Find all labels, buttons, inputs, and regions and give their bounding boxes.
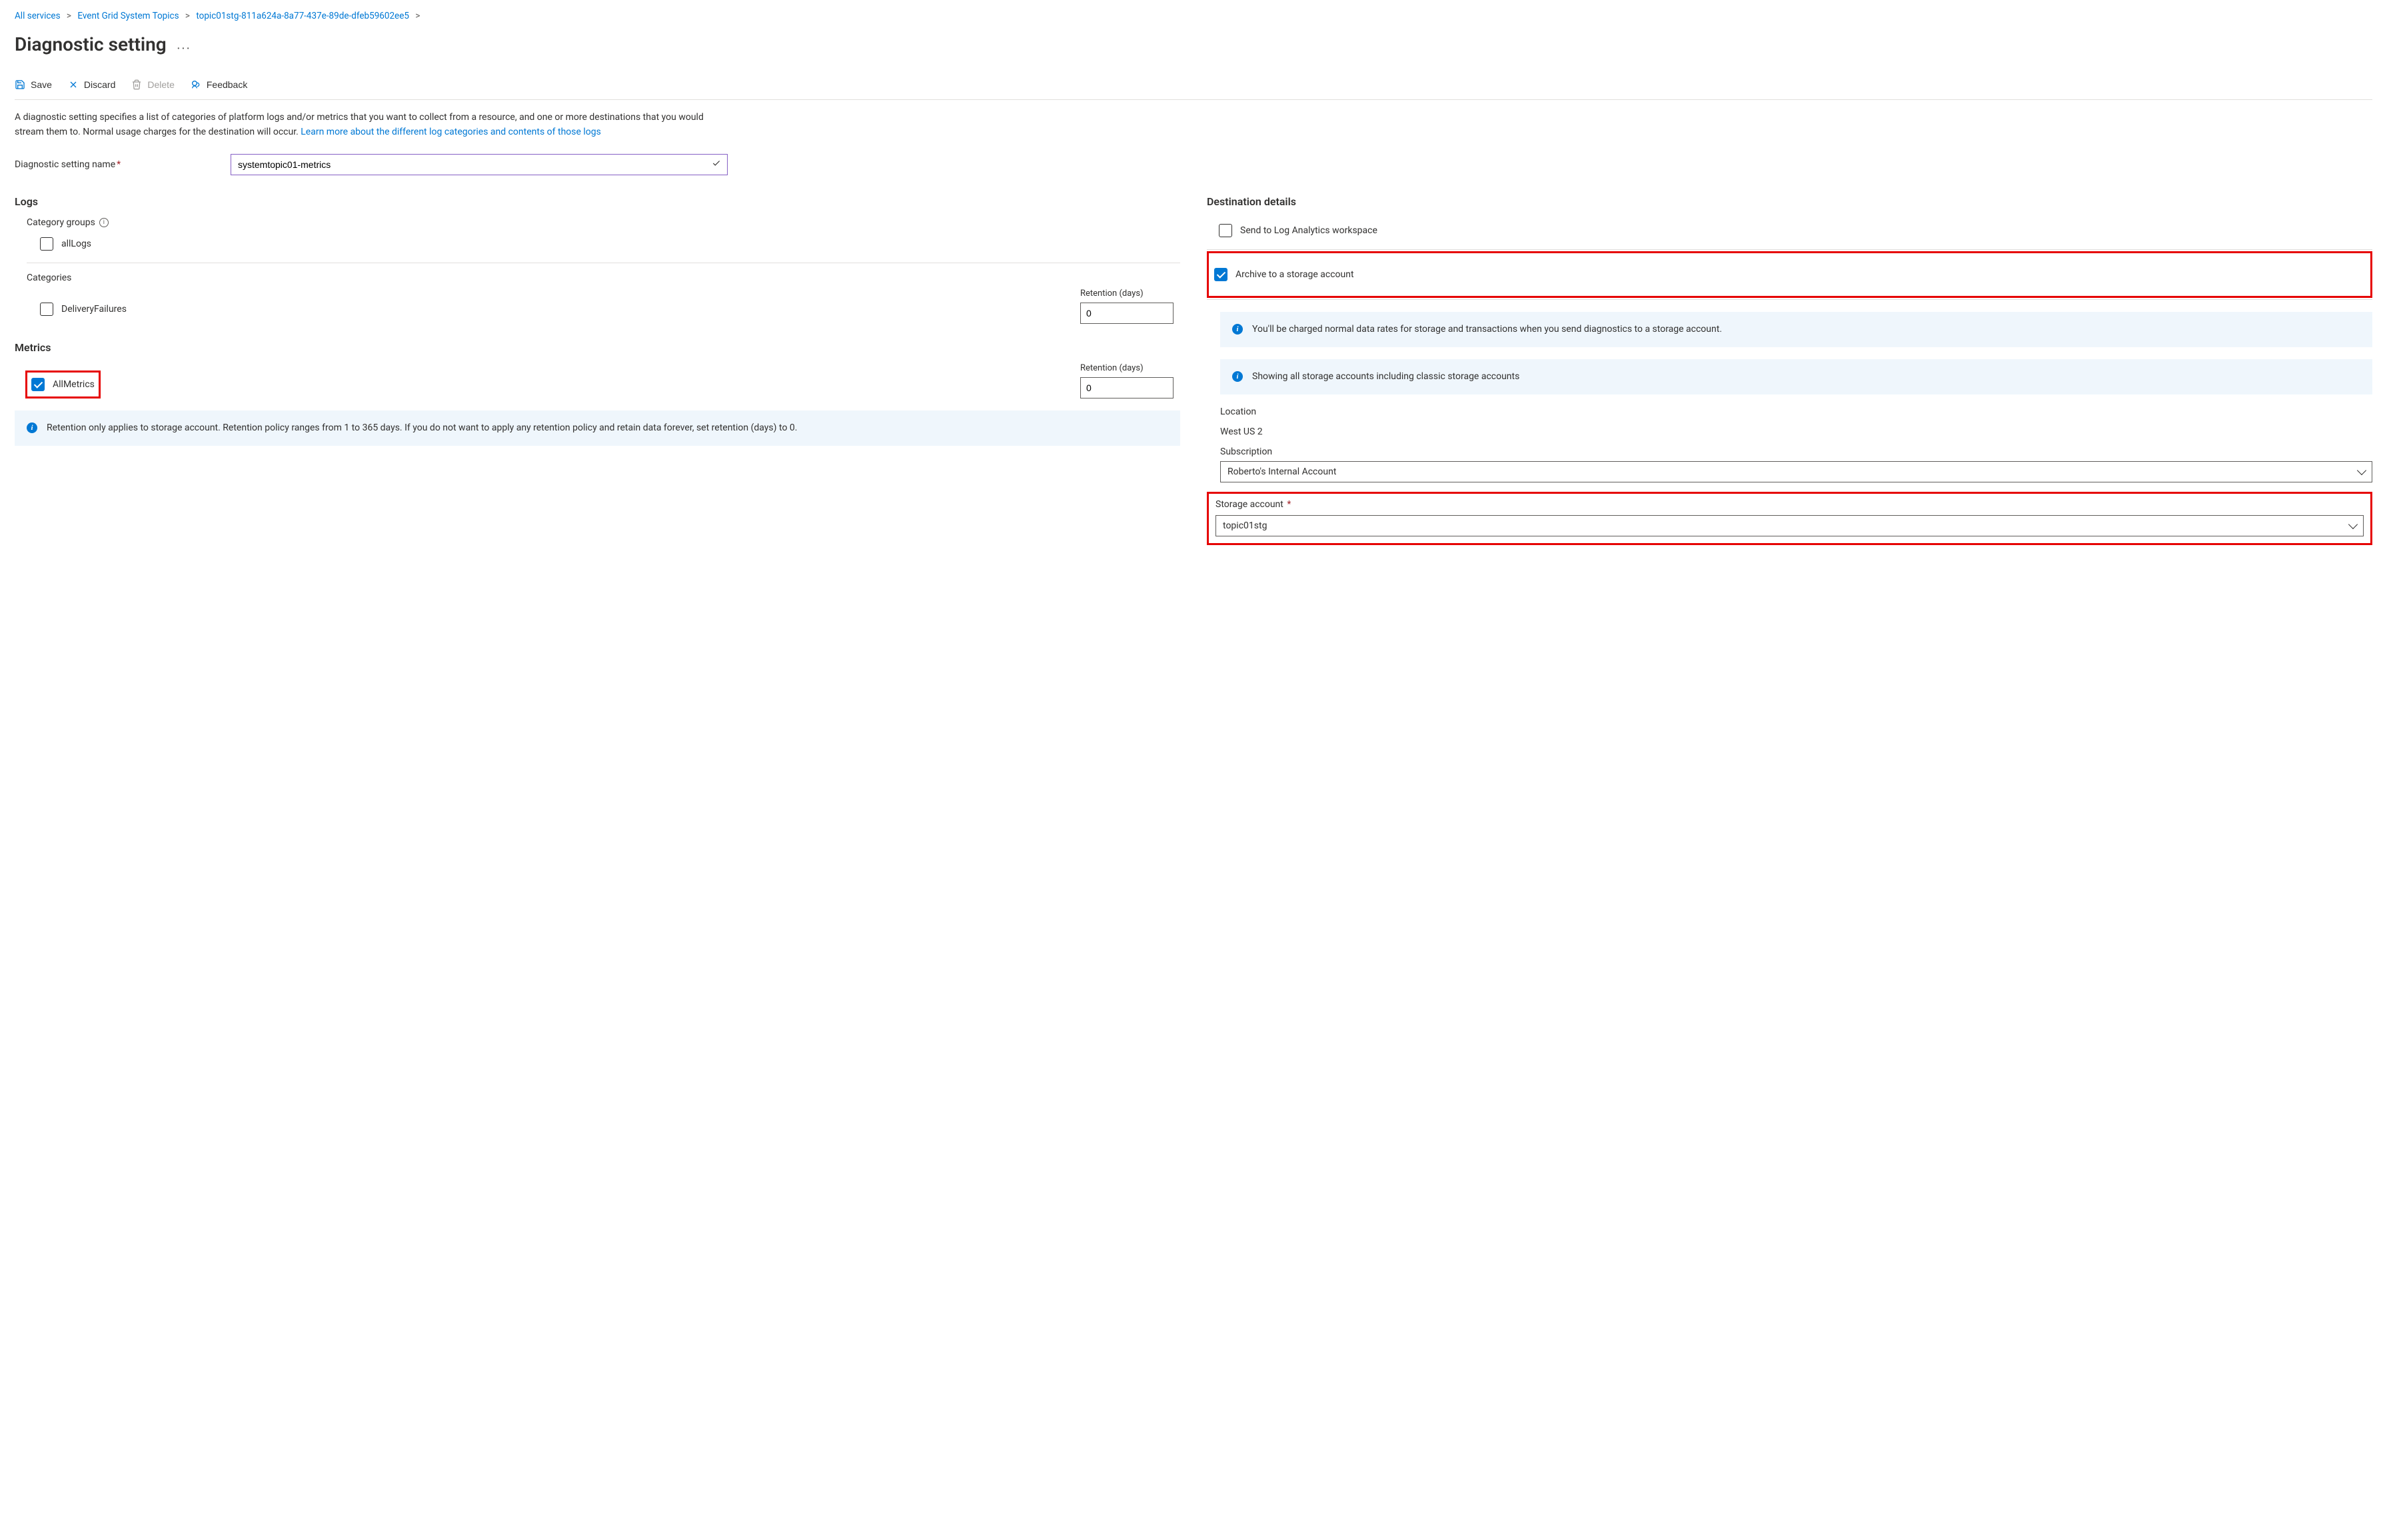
breadcrumb-link-0[interactable]: All services [15, 11, 61, 21]
delete-button: Delete [131, 79, 174, 90]
toolbar: Save Discard Delete Feedback [15, 79, 2372, 100]
storage-value: topic01stg [1223, 520, 1267, 531]
archive-highlight: Archive to a storage account [1207, 251, 2372, 298]
subscription-label: Subscription [1220, 446, 2372, 457]
category-groups-label: Category groups i [27, 217, 1180, 228]
chevron-right-icon: > [415, 11, 420, 21]
logs-retention-input[interactable] [1080, 303, 1174, 324]
storage-select[interactable]: topic01stg [1215, 515, 2364, 536]
deliveryfailures-row: DeliveryFailures [40, 300, 127, 319]
allmetrics-highlight: AllMetrics [25, 371, 101, 398]
retention-label: Retention (days) [1080, 363, 1174, 373]
alllogs-checkbox[interactable] [40, 237, 53, 251]
storage-highlight: Storage account * topic01stg [1207, 492, 2372, 545]
breadcrumb: All services > Event Grid System Topics … [15, 11, 2372, 21]
archive-row: Archive to a storage account [1214, 261, 2365, 288]
send-la-row: Send to Log Analytics workspace [1219, 217, 2372, 244]
divider [1207, 299, 2372, 300]
name-label: Diagnostic setting name* [15, 159, 215, 170]
location-label: Location [1220, 406, 2372, 417]
categories-label: Categories [27, 273, 1180, 283]
destination-heading: Destination details [1207, 195, 2372, 208]
save-label: Save [31, 79, 52, 90]
info-icon: i [1232, 371, 1243, 382]
discard-label: Discard [84, 79, 115, 90]
retention-label: Retention (days) [1080, 289, 1174, 299]
left-column: Logs Category groups i allLogs Categorie… [15, 195, 1180, 458]
name-row: Diagnostic setting name* [15, 154, 728, 175]
subscription-block: Subscription Roberto's Internal Account [1220, 446, 2372, 482]
close-icon [68, 79, 79, 90]
trash-icon [131, 79, 142, 90]
allmetrics-label: AllMetrics [53, 379, 95, 390]
alllogs-row: allLogs [40, 235, 1180, 253]
save-button[interactable]: Save [15, 79, 52, 90]
subscription-value: Roberto's Internal Account [1227, 466, 1336, 477]
alllogs-label: allLogs [61, 239, 91, 249]
storage-block: Storage account * topic01stg [1215, 499, 2364, 536]
metrics-heading: Metrics [15, 341, 1180, 354]
showing-info-text: Showing all storage accounts including c… [1252, 370, 1519, 384]
location-value: West US 2 [1220, 426, 2372, 437]
description-text: A diagnostic setting specifies a list of… [15, 111, 714, 139]
chevron-right-icon: > [67, 11, 71, 21]
chevron-down-icon [2348, 520, 2358, 529]
deliveryfailures-label: DeliveryFailures [61, 304, 127, 315]
location-block: Location [1220, 406, 2372, 417]
showing-info-panel: i Showing all storage accounts including… [1220, 359, 2372, 394]
archive-checkbox[interactable] [1214, 268, 1227, 281]
allmetrics-row: AllMetrics [31, 375, 95, 394]
logs-heading: Logs [15, 195, 1180, 208]
allmetrics-checkbox[interactable] [31, 378, 45, 391]
feedback-icon [191, 79, 201, 90]
right-column: Destination details Send to Log Analytic… [1207, 195, 2372, 545]
info-icon[interactable]: i [99, 218, 109, 227]
page-title: Diagnostic setting [15, 33, 167, 55]
more-icon[interactable]: ··· [177, 40, 191, 56]
retention-info-panel: i Retention only applies to storage acco… [15, 410, 1180, 446]
divider [1207, 249, 2372, 250]
chevron-right-icon: > [185, 11, 190, 21]
breadcrumb-link-2[interactable]: topic01stg-811a624a-8a77-437e-89de-dfeb5… [196, 11, 409, 21]
deliveryfailures-checkbox[interactable] [40, 303, 53, 316]
info-icon: i [1232, 324, 1243, 335]
send-la-label: Send to Log Analytics workspace [1240, 225, 1377, 236]
metrics-retention-input[interactable] [1080, 377, 1174, 398]
learn-more-link[interactable]: Learn more about the different log categ… [301, 127, 601, 137]
breadcrumb-link-1[interactable]: Event Grid System Topics [77, 11, 179, 21]
charge-info-text: You'll be charged normal data rates for … [1252, 323, 1722, 337]
feedback-label: Feedback [207, 79, 247, 90]
charge-info-panel: i You'll be charged normal data rates fo… [1220, 312, 2372, 347]
save-icon [15, 79, 25, 90]
feedback-button[interactable]: Feedback [191, 79, 247, 90]
subscription-select[interactable]: Roberto's Internal Account [1220, 461, 2372, 482]
retention-info-text: Retention only applies to storage accoun… [47, 421, 797, 435]
chevron-down-icon [2357, 466, 2366, 475]
info-icon: i [27, 422, 37, 433]
storage-label: Storage account * [1215, 499, 2364, 510]
send-la-checkbox[interactable] [1219, 224, 1232, 237]
delete-label: Delete [147, 79, 174, 90]
discard-button[interactable]: Discard [68, 79, 115, 90]
diagnostic-name-input[interactable] [231, 154, 728, 175]
archive-label: Archive to a storage account [1235, 269, 1354, 280]
